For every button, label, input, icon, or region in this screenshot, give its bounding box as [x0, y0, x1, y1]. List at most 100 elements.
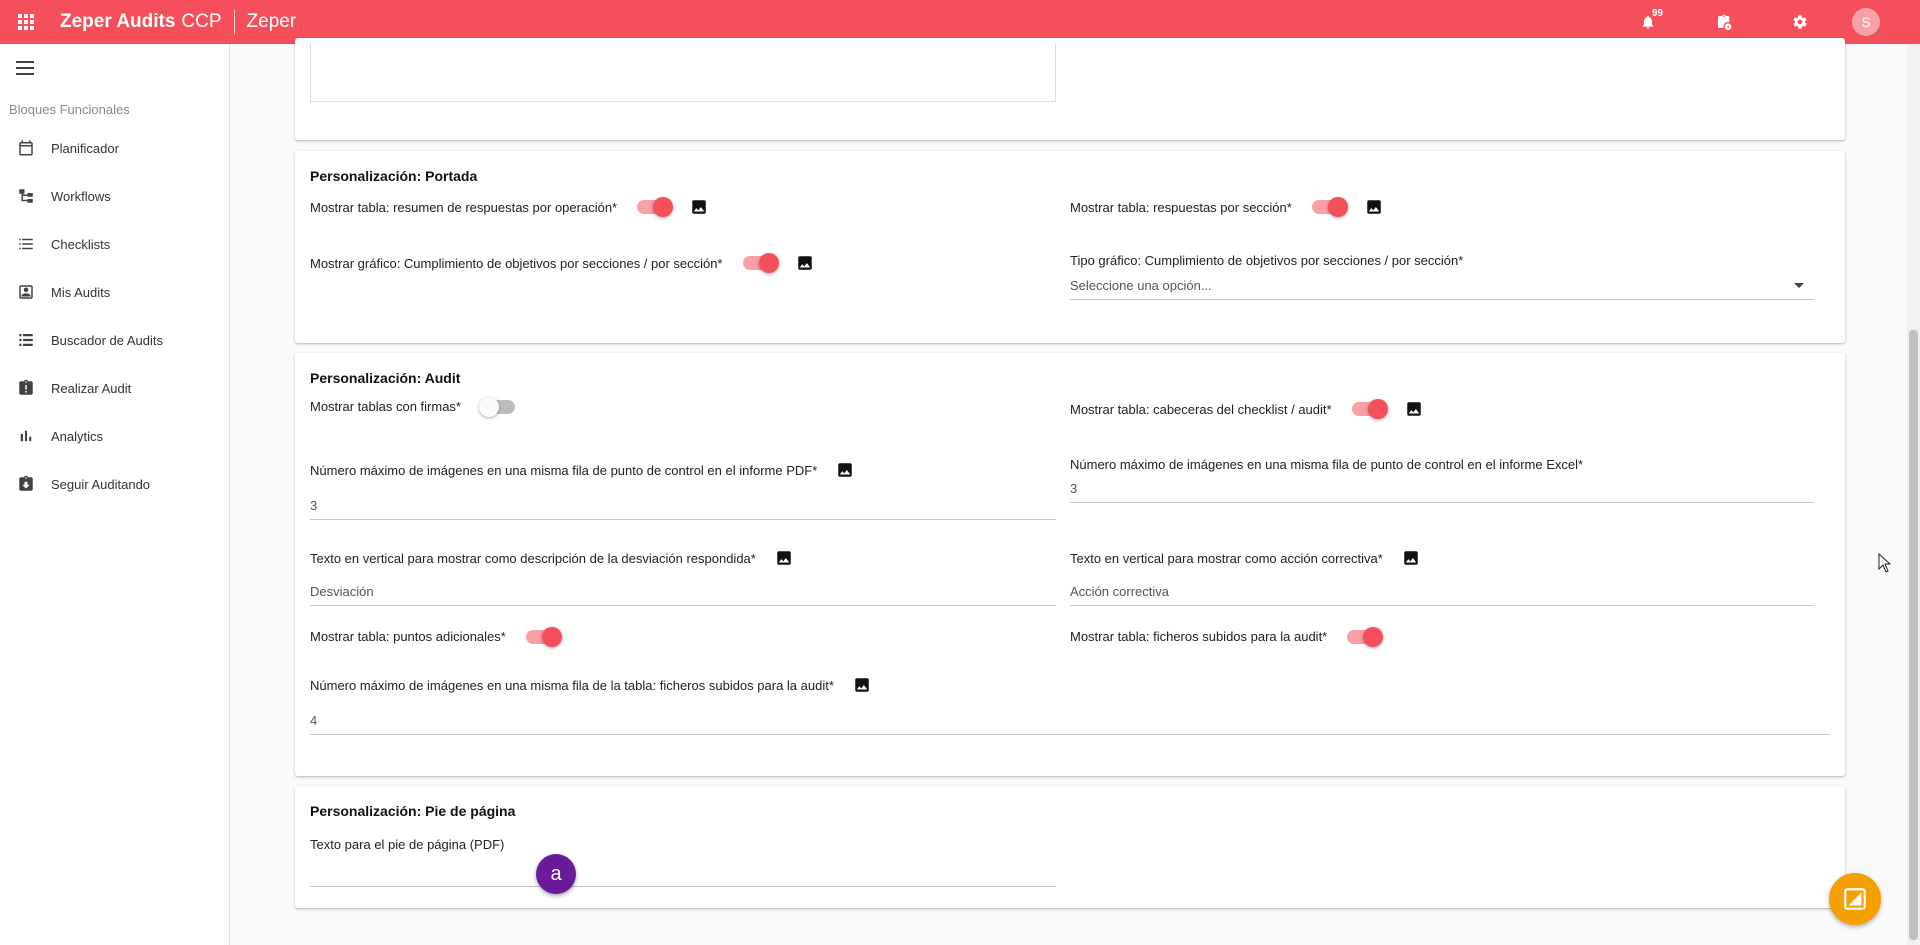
notifications-badge: 99: [1652, 8, 1664, 19]
pie-card: Personalización: Pie de página Texto par…: [295, 786, 1845, 908]
respuestas-seccion-label: Mostrar tabla: respuestas por sección*: [1070, 199, 1292, 215]
workflow-icon: [16, 186, 36, 206]
respuestas-seccion-image-button[interactable]: [1364, 197, 1384, 217]
brand-divider: [233, 10, 235, 34]
puntos-adicionales-field: Mostrar tabla: puntos adicionales*: [310, 626, 562, 647]
pie-texto-field: Texto para el pie de página (PDF): [310, 837, 504, 852]
sidebar-item-buscador-audits[interactable]: Buscador de Audits: [0, 316, 230, 364]
app-suffix: CCP: [181, 11, 222, 32]
desviacion-input[interactable]: Desviación: [310, 584, 1056, 606]
max-img-excel-input[interactable]: 3: [1070, 481, 1814, 503]
image-icon: [692, 200, 706, 214]
desviacion-image-button[interactable]: [774, 548, 794, 568]
cabeceras-field: Mostrar tabla: cabeceras del checklist /…: [1070, 399, 1424, 419]
tipo-grafico-placeholder: Seleccione una opción...: [1070, 278, 1212, 293]
accion-input[interactable]: Acción correctiva: [1070, 584, 1814, 606]
portada-card: Personalización: Portada Mostrar tabla: …: [295, 151, 1845, 343]
apps-grid-button[interactable]: [0, 0, 52, 44]
apps-grid-icon: [18, 14, 34, 30]
ficheros-label: Mostrar tabla: ficheros subidos para la …: [1070, 629, 1328, 644]
organization-name: Zeper: [246, 11, 297, 32]
sidebar-item-seguir-auditando[interactable]: Seguir Auditando: [0, 460, 230, 508]
max-img-pdf-input[interactable]: 3: [310, 498, 1056, 520]
accion-image-button[interactable]: [1401, 548, 1421, 568]
desviacion-field: Texto en vertical para mostrar como desc…: [310, 548, 794, 568]
resumen-respuestas-image-button[interactable]: [689, 197, 709, 217]
respuestas-seccion-field: Mostrar tabla: respuestas por sección*: [1070, 197, 1384, 217]
hamburger-icon: [16, 61, 34, 63]
sidebar-item-label: Seguir Auditando: [51, 476, 151, 492]
sidebar-item-label: Checklists: [51, 236, 111, 252]
resumen-respuestas-toggle[interactable]: [637, 197, 674, 217]
grafico-cumplimiento-label: Mostrar gráfico: Cumplimiento de objetiv…: [310, 255, 723, 271]
sidebar: Bloques Funcionales Planificador Workflo…: [0, 44, 230, 945]
image-icon: [855, 678, 869, 692]
audit-title: Personalización: Audit: [310, 370, 461, 386]
ficheros-field: Mostrar tabla: ficheros subidos para la …: [1070, 626, 1384, 647]
sidebar-item-label: Realizar Audit: [51, 380, 132, 396]
puntos-adicionales-label: Mostrar tabla: puntos adicionales*: [310, 629, 506, 644]
max-img-ficheros-label: Número máximo de imágenes en una misma f…: [310, 677, 834, 693]
cabeceras-toggle[interactable]: [1351, 399, 1388, 419]
menu-toggle-button[interactable]: [16, 58, 36, 78]
cabeceras-label: Mostrar tabla: cabeceras del checklist /…: [1070, 401, 1332, 417]
respuestas-seccion-toggle[interactable]: [1311, 197, 1348, 217]
main-content: Personalización: Portada Mostrar tabla: …: [230, 38, 1920, 945]
max-img-pdf-image-button[interactable]: [835, 460, 855, 480]
sidebar-item-workflows[interactable]: Workflows: [0, 172, 230, 220]
sidebar-item-realizar-audit[interactable]: Realizar Audit: [0, 364, 230, 412]
grafico-cumplimiento-toggle[interactable]: [742, 253, 779, 273]
image-icon: [1406, 402, 1421, 416]
max-img-excel-label: Número máximo de imágenes en una misma f…: [1070, 457, 1584, 472]
scrollbar-thumb[interactable]: [1909, 330, 1918, 940]
max-img-pdf-label: Número máximo de imágenes en una misma f…: [310, 462, 818, 478]
image-icon: [777, 551, 791, 565]
previous-textarea[interactable]: [310, 44, 1056, 102]
tipo-grafico-label: Tipo gráfico: Cumplimiento de objetivos …: [1070, 253, 1464, 268]
mouse-cursor-icon: [1878, 552, 1892, 578]
puntos-adicionales-toggle[interactable]: [525, 626, 562, 647]
app-brand[interactable]: Zeper Audits CCP Zeper: [60, 10, 296, 34]
sidebar-item-planificador[interactable]: Planificador: [0, 124, 230, 172]
clipboard-download-icon: [16, 474, 36, 494]
pie-texto-label: Texto para el pie de página (PDF): [310, 837, 505, 852]
max-img-ficheros-input[interactable]: 4: [310, 713, 1830, 735]
grafico-cumplimiento-field: Mostrar gráfico: Cumplimiento de objetiv…: [310, 253, 815, 273]
portada-title: Personalización: Portada: [310, 168, 478, 184]
resumen-respuestas-field: Mostrar tabla: resumen de respuestas por…: [310, 197, 709, 217]
pie-title: Personalización: Pie de página: [310, 803, 516, 819]
user-avatar[interactable]: S: [1852, 8, 1880, 36]
sidebar-item-checklists[interactable]: Checklists: [0, 220, 230, 268]
sidebar-item-label: Workflows: [51, 188, 111, 204]
sidebar-nav: Planificador Workflows Checklists Mis Au…: [0, 124, 230, 508]
sidebar-item-label: Buscador de Audits: [51, 332, 164, 348]
calendar-icon: [16, 138, 36, 158]
tipo-grafico-select[interactable]: Seleccione una opción...: [1070, 278, 1814, 300]
page-scrollbar[interactable]: [1907, 44, 1920, 945]
cabeceras-image-button[interactable]: [1404, 399, 1424, 419]
max-img-ficheros-field: Número máximo de imágenes en una misma f…: [310, 675, 872, 695]
support-chat-button[interactable]: [1829, 873, 1881, 925]
sidebar-item-label: Planificador: [51, 140, 119, 156]
bar-chart-icon: [16, 426, 36, 446]
tablas-firmas-toggle[interactable]: [479, 396, 515, 417]
tablas-firmas-label: Mostrar tablas con firmas*: [310, 399, 461, 414]
clipboard-clock-icon: [1718, 14, 1732, 30]
max-img-pdf-field: Número máximo de imágenes en una misma f…: [310, 460, 855, 480]
ficheros-toggle[interactable]: [1347, 626, 1384, 647]
user-bubble-button[interactable]: a: [536, 854, 576, 894]
list-icon: [16, 234, 36, 254]
zendesk-icon: [1844, 888, 1866, 910]
audit-card: Personalización: Audit Mostrar tablas co…: [295, 353, 1845, 776]
resumen-respuestas-label: Mostrar tabla: resumen de respuestas por…: [310, 199, 618, 215]
sidebar-item-mis-audits[interactable]: Mis Audits: [0, 268, 230, 316]
pie-texto-input[interactable]: [310, 864, 1056, 887]
person-box-icon: [16, 282, 36, 302]
sidebar-item-analytics[interactable]: Analytics: [0, 412, 230, 460]
tablas-firmas-field: Mostrar tablas con firmas*: [310, 396, 515, 417]
clipboard-alert-icon: [16, 378, 36, 398]
tipo-grafico-field: Tipo gráfico: Cumplimiento de objetivos …: [1070, 253, 1463, 268]
max-img-excel-field: Número máximo de imágenes en una misma f…: [1070, 457, 1583, 472]
max-img-ficheros-image-button[interactable]: [852, 675, 872, 695]
grafico-cumplimiento-image-button[interactable]: [795, 253, 815, 273]
